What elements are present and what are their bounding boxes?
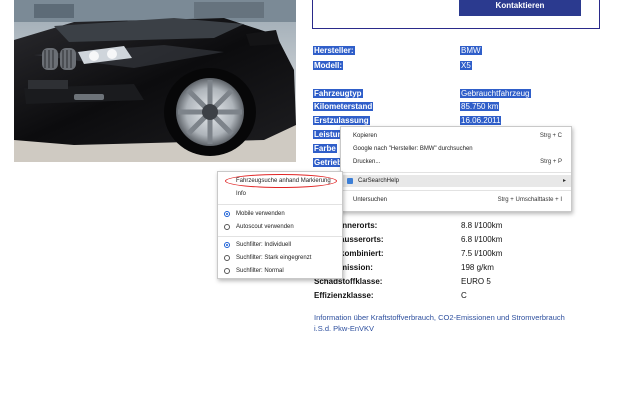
spec-value-vehicle-type: Gebrauchtfahrzeug — [460, 89, 531, 98]
menu-item-carsearchhelp[interactable]: CarSearchHelp ▸ — [341, 175, 571, 187]
radio-filter-individual[interactable]: Suchfilter: Individuell — [218, 239, 342, 251]
radio-unselected-icon — [224, 268, 230, 274]
spec-label-extra-urban: ausserorts: — [340, 235, 384, 244]
spec-label-mileage: Kilometerstand — [313, 102, 374, 111]
menu-separator — [218, 204, 342, 205]
spec-value-model: X5 — [460, 61, 472, 70]
radio-filter-normal[interactable]: Suchfilter: Normal — [218, 265, 342, 277]
radio-autoscout[interactable]: Autoscout verwenden — [218, 221, 342, 233]
spec-value-efficiency-class: C — [461, 291, 467, 300]
spec-value-extra-urban: 6.8 l/100km — [461, 235, 503, 244]
menu-item-copy[interactable]: Kopieren Strg + C — [341, 130, 571, 142]
consumption-info-line2[interactable]: i.S.d. Pkw-EnVKV — [314, 323, 614, 334]
menu-separator — [341, 190, 571, 191]
radio-unselected-icon — [224, 255, 230, 261]
menu-separator — [218, 236, 342, 237]
consumption-info-link[interactable]: Information über Kraftstoffverbrauch, CO… — [314, 312, 614, 334]
highlight-ring — [225, 174, 337, 188]
spec-label-color: Farbe — [313, 144, 337, 153]
menu-item-print[interactable]: Drucken... Strg + P — [341, 156, 571, 168]
spec-value-urban: 8.8 l/100km — [461, 221, 503, 230]
spec-value-emission: 198 g/km — [461, 263, 494, 272]
spec-label-combined: kombiniert: — [340, 249, 384, 258]
spec-label-first-registration: Erstzulassung — [313, 116, 370, 125]
spec-label-model: Modell: — [313, 61, 343, 70]
consumption-info-line1[interactable]: Information über Kraftstoffverbrauch, CO… — [314, 312, 614, 323]
spec-label-efficiency-class: Effizienzklasse: — [314, 291, 374, 300]
submenu-item-info[interactable]: Info — [218, 188, 342, 200]
context-menu: Kopieren Strg + C Google nach "Herstelle… — [340, 126, 572, 212]
menu-separator — [341, 172, 571, 173]
spec-value-manufacturer: BMW — [460, 46, 482, 55]
spec-value-mileage: 85.750 km — [460, 102, 500, 111]
radio-selected-icon — [224, 211, 230, 217]
radio-selected-icon — [224, 242, 230, 248]
spec-label-vehicle-type: Fahrzeugtyp — [313, 89, 363, 98]
submenu-arrow-icon: ▸ — [562, 178, 566, 184]
menu-item-inspect[interactable]: Untersuchen Strg + Umschalttaste + I — [341, 194, 571, 206]
spec-label-emission: mission: — [340, 263, 373, 272]
contact-button[interactable]: Kontaktieren — [459, 0, 581, 16]
menu-item-google-search[interactable]: Google nach "Hersteller: BMW" durchsuche… — [341, 143, 571, 155]
car-photo — [14, 0, 296, 162]
carsearch-extension-icon — [347, 178, 353, 184]
radio-mobile[interactable]: Mobile verwenden — [218, 208, 342, 220]
spec-label-urban: innerorts: — [340, 221, 378, 230]
spec-value-emission-class: EURO 5 — [461, 277, 491, 286]
spec-value-first-registration: 16.06.2011 — [460, 116, 502, 125]
radio-filter-strong[interactable]: Suchfilter: Stark eingegrenzt — [218, 252, 342, 264]
spec-value-combined: 7.5 l/100km — [461, 249, 503, 258]
carsearchhelp-submenu: Fahrzeugsuche anhand Markierung Info Mob… — [217, 171, 343, 279]
radio-unselected-icon — [224, 224, 230, 230]
spec-label-manufacturer: Hersteller: — [313, 46, 355, 55]
